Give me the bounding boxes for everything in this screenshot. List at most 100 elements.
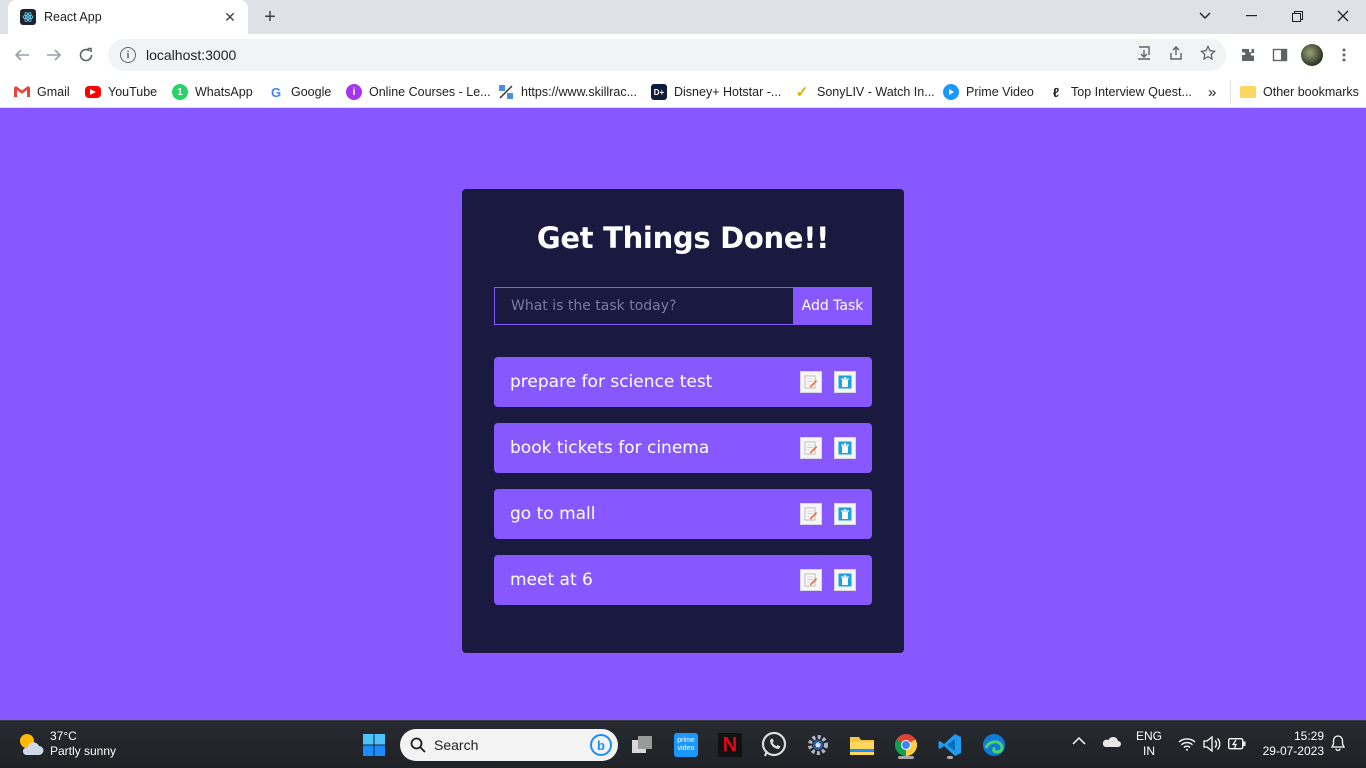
youtube-icon — [85, 86, 101, 98]
partly-sunny-icon — [16, 730, 44, 758]
wifi-icon[interactable] — [1178, 737, 1196, 755]
show-hidden-icons[interactable] — [1072, 735, 1086, 750]
bookmark-leetcode[interactable]: ℓ Top Interview Quest... — [1048, 82, 1192, 102]
weather-widget[interactable]: 37°C Partly sunny — [16, 729, 116, 759]
gmail-icon — [14, 84, 30, 100]
leetcode-icon: ℓ — [1052, 84, 1060, 100]
active-indicator — [898, 756, 914, 759]
add-task-button[interactable]: Add Task — [793, 287, 872, 325]
search-icon — [410, 737, 426, 753]
delete-icon[interactable] — [834, 503, 856, 525]
bookmark-sonyliv[interactable]: ✓ SonyLIV - Watch In... — [794, 82, 935, 102]
bookmark-star-icon[interactable] — [1197, 42, 1219, 64]
bookmarks-overflow-button[interactable]: » — [1208, 82, 1216, 102]
install-app-icon[interactable] — [1133, 42, 1155, 64]
search-label: Search — [434, 737, 479, 753]
prime-video-app-icon[interactable]: prime video — [670, 729, 702, 761]
battery-icon[interactable] — [1228, 738, 1246, 754]
bookmark-skillrack[interactable]: https://www.skillrac... — [498, 82, 637, 102]
settings-icon[interactable] — [802, 729, 834, 761]
new-tab-button[interactable]: + — [258, 6, 282, 28]
url-text: localhost:3000 — [146, 47, 237, 63]
weather-temp: 37°C — [50, 729, 77, 743]
delete-icon[interactable] — [834, 569, 856, 591]
bookmark-whatsapp[interactable]: 1 WhatsApp — [172, 82, 253, 102]
site-info-icon[interactable]: i — [120, 47, 136, 63]
courses-icon: i — [346, 84, 362, 100]
task-view-icon[interactable] — [626, 729, 658, 761]
bookmark-hotstar[interactable]: D+ Disney+ Hotstar -... — [651, 82, 781, 102]
bookmark-google[interactable]: G Google — [268, 82, 331, 102]
bookmark-gmail[interactable]: Gmail — [14, 82, 70, 102]
weather-desc: Partly sunny — [50, 744, 117, 758]
close-tab-icon[interactable]: ✕ — [222, 9, 238, 25]
primevideo-icon — [943, 84, 959, 100]
address-bar[interactable]: i localhost:3000 — [108, 39, 1226, 71]
side-panel-icon[interactable] — [1269, 44, 1291, 66]
back-button[interactable] — [8, 41, 36, 69]
tab-title: React App — [44, 10, 102, 24]
skillrack-icon — [498, 84, 514, 100]
taskbar: 37°C Partly sunny Search b primevideo N — [0, 720, 1366, 768]
todo-text[interactable]: meet at 6 — [510, 570, 788, 590]
todo-text[interactable]: book tickets for cinema — [510, 438, 788, 458]
other-bookmarks-folder[interactable]: Other bookmarks — [1240, 82, 1359, 102]
tab-strip: React App ✕ + — [0, 0, 1366, 34]
whatsapp-app-icon[interactable] — [758, 729, 790, 761]
chrome-icon[interactable] — [890, 729, 922, 761]
clock-date: 29-07-2023 — [1262, 744, 1324, 758]
minimize-button[interactable] — [1228, 0, 1274, 32]
clock-time: 15:29 — [1293, 729, 1324, 743]
running-indicator — [947, 756, 953, 759]
reload-button[interactable] — [72, 41, 100, 69]
app-page: Get Things Done!! Add Task prepare for s… — [0, 108, 1366, 720]
vscode-icon[interactable] — [934, 729, 966, 761]
restore-button[interactable] — [1274, 0, 1320, 32]
tab-search-icon[interactable] — [1182, 0, 1228, 32]
todo-item: prepare for science test — [494, 357, 872, 407]
volume-icon[interactable] — [1203, 735, 1221, 756]
browser-toolbar: i localhost:3000 — [0, 34, 1366, 76]
notification-icon[interactable] — [1330, 735, 1346, 755]
todo-item: meet at 6 — [494, 555, 872, 605]
sonyliv-icon: ✓ — [795, 84, 809, 101]
clock[interactable]: 15:29 29-07-2023 — [1258, 729, 1324, 759]
browser-tab[interactable]: React App ✕ — [8, 0, 248, 34]
netflix-icon[interactable]: N — [714, 729, 746, 761]
delete-icon[interactable] — [834, 371, 856, 393]
todo-text[interactable]: prepare for science test — [510, 372, 788, 392]
menu-icon[interactable] — [1333, 44, 1355, 66]
bookmark-youtube[interactable]: YouTube — [85, 82, 157, 102]
delete-icon[interactable] — [834, 437, 856, 459]
todo-item: go to mall — [494, 489, 872, 539]
edit-icon[interactable] — [800, 503, 822, 525]
close-window-button[interactable] — [1320, 0, 1366, 32]
edit-icon[interactable] — [800, 371, 822, 393]
forward-button[interactable] — [40, 41, 68, 69]
edge-icon[interactable] — [978, 729, 1010, 761]
bookmark-prime-video[interactable]: Prime Video — [943, 82, 1034, 102]
extensions-icon[interactable] — [1237, 44, 1259, 66]
todo-item: book tickets for cinema — [494, 423, 872, 473]
folder-icon — [1240, 86, 1256, 98]
react-icon — [20, 9, 36, 25]
start-button[interactable] — [358, 729, 390, 761]
todo-wrapper: Get Things Done!! Add Task prepare for s… — [462, 189, 904, 653]
onedrive-icon[interactable] — [1101, 735, 1121, 751]
edit-icon[interactable] — [800, 569, 822, 591]
bookmark-online-courses[interactable]: i Online Courses - Le... — [346, 82, 491, 102]
google-icon: G — [270, 84, 282, 100]
task-input[interactable] — [494, 287, 794, 325]
profile-avatar[interactable] — [1301, 44, 1323, 66]
whatsapp-icon: 1 — [172, 84, 188, 100]
app-title: Get Things Done!! — [536, 221, 830, 255]
edit-icon[interactable] — [800, 437, 822, 459]
hotstar-icon: D+ — [651, 84, 667, 100]
language-indicator[interactable]: ENG IN — [1136, 729, 1162, 759]
share-icon[interactable] — [1165, 42, 1187, 64]
bing-icon: b — [590, 734, 612, 756]
todo-text[interactable]: go to mall — [510, 504, 788, 524]
file-explorer-icon[interactable] — [846, 729, 878, 761]
bookmarks-bar: Gmail YouTube 1 WhatsApp G Google i Onli… — [0, 76, 1366, 108]
taskbar-search[interactable]: Search b — [400, 729, 618, 761]
